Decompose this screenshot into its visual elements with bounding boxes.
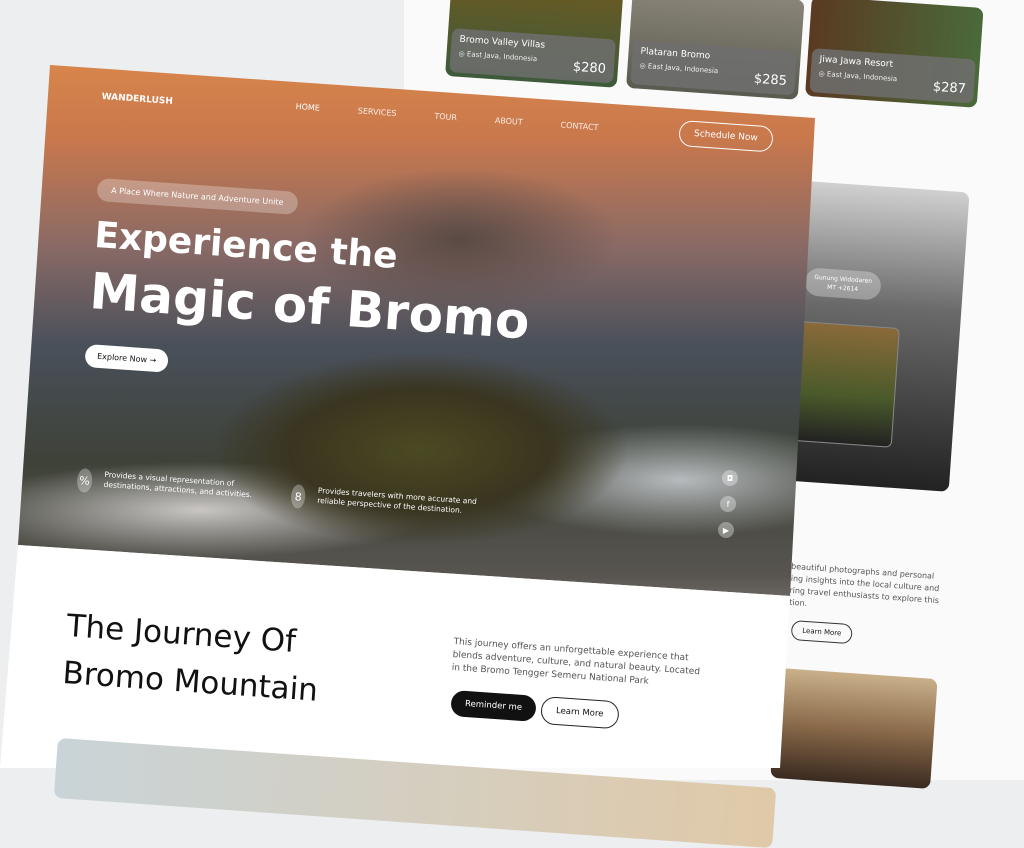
learn-more-button[interactable]: Learn More xyxy=(540,696,620,730)
side-learn-more-button[interactable]: Learn More xyxy=(790,620,854,645)
youtube-icon[interactable]: ▶ xyxy=(718,522,734,538)
hotel-price: $280 xyxy=(572,59,607,77)
hotel-price: $285 xyxy=(753,71,788,89)
nav-tour[interactable]: TOUR xyxy=(434,112,457,123)
route-icon: % xyxy=(76,468,93,493)
arrow-right-icon: → xyxy=(149,355,157,365)
location-badge: Gunung Widodaren MT +2614 xyxy=(803,267,882,301)
hotel-card[interactable]: Bromo Valley Villas ◎ East Java, Indones… xyxy=(445,0,624,88)
hotel-location: East Java, Indonesia xyxy=(647,62,719,76)
hotel-location: East Java, Indonesia xyxy=(466,50,538,64)
facebook-icon[interactable]: f xyxy=(720,496,736,512)
nav-home[interactable]: HOME xyxy=(295,102,320,113)
jeep-photo xyxy=(770,668,938,789)
nav-about[interactable]: ABOUT xyxy=(495,116,523,127)
explore-label: Explore Now xyxy=(96,351,148,365)
hotel-card[interactable]: Jiwa Jawa Resort ◎ East Java, Indonesia … xyxy=(805,0,984,108)
hotel-card[interactable]: Plataran Bromo ◎ East Java, Indonesia $2… xyxy=(626,0,805,100)
instagram-icon[interactable]: ◘ xyxy=(722,470,738,486)
user-icon: 8 xyxy=(290,484,307,509)
hotel-price: $287 xyxy=(932,79,967,97)
hotel-location: East Java, Indonesia xyxy=(826,70,898,84)
